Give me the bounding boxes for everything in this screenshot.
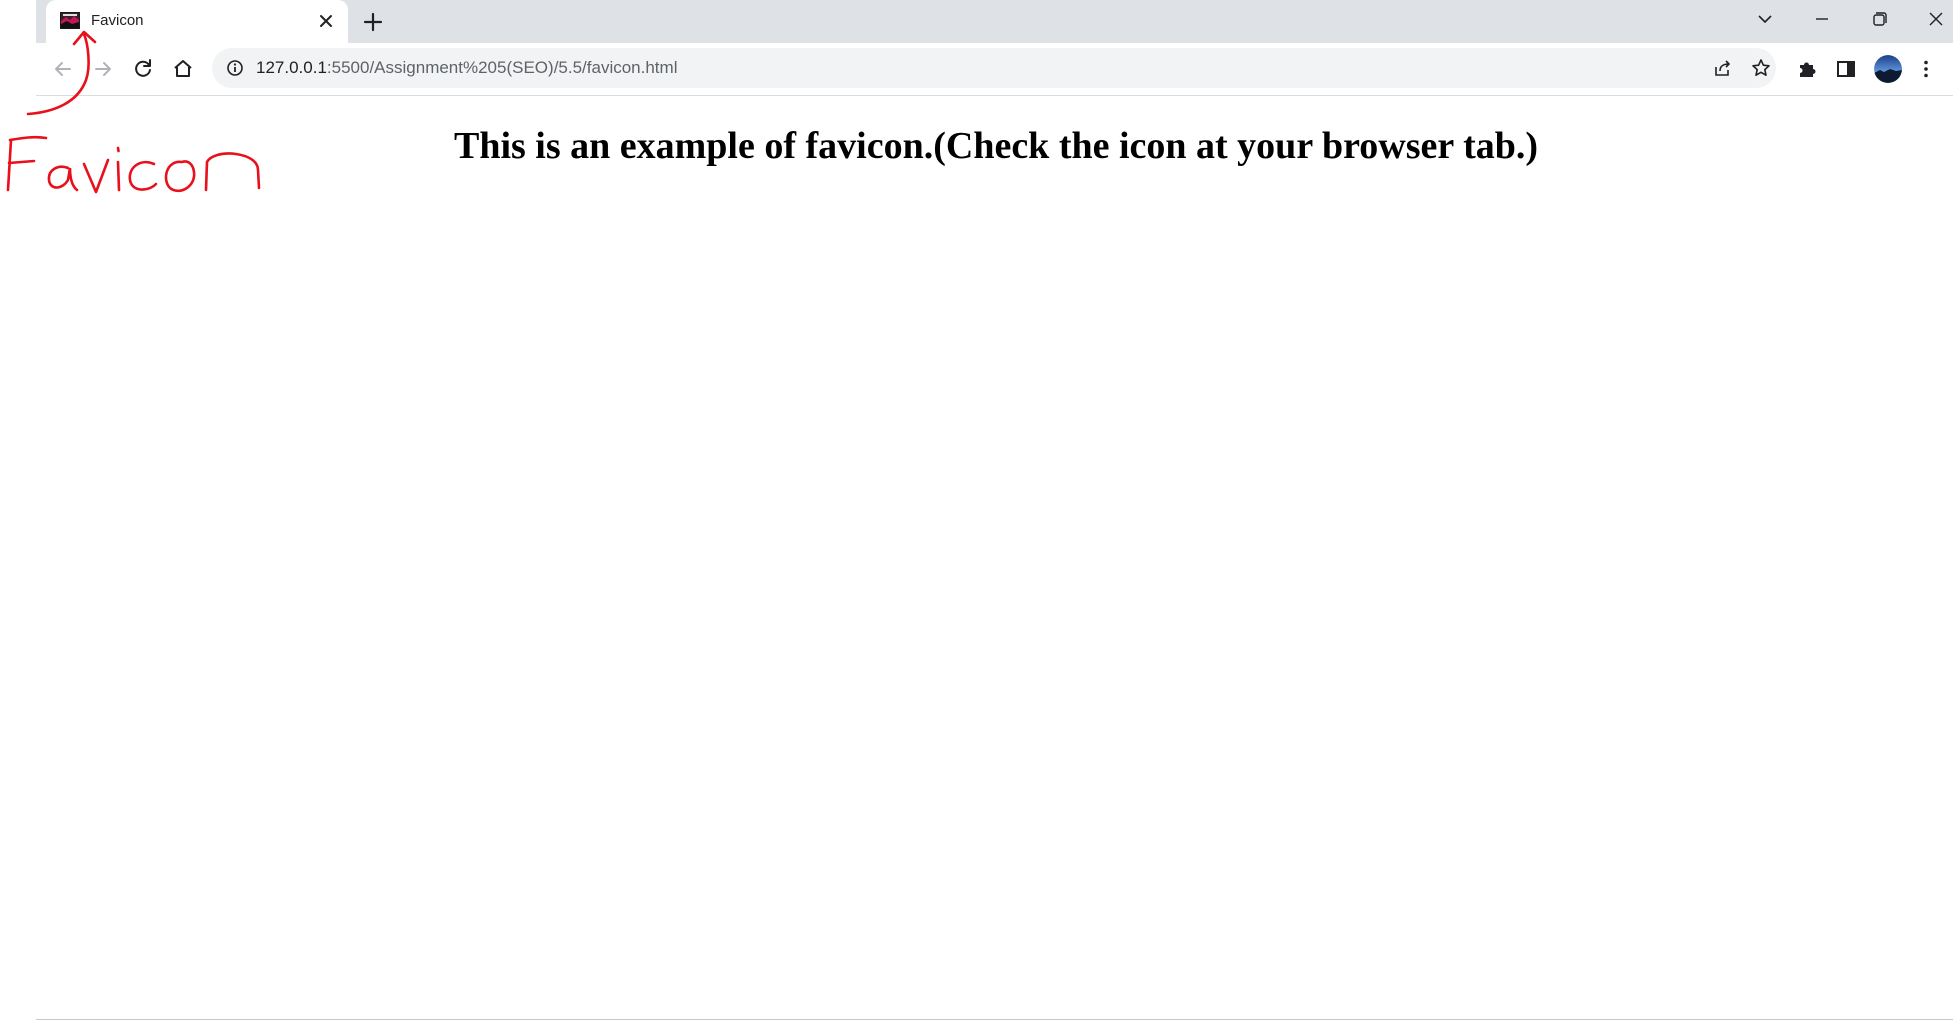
chevron-down-icon[interactable] (1752, 8, 1778, 30)
page-heading: This is an example of favicon.(Check the… (453, 125, 1539, 167)
arrow-right-icon[interactable] (90, 56, 116, 82)
tab-favicon-page[interactable]: Favicon (46, 0, 348, 43)
close-window-icon[interactable] (1923, 8, 1949, 30)
puzzle-icon[interactable] (1794, 56, 1820, 82)
plus-icon[interactable] (361, 10, 385, 34)
arrow-left-icon[interactable] (50, 56, 76, 82)
share-icon[interactable] (1712, 57, 1734, 79)
browser-window: Favicon 127.0.0.1:5500/Assignment%205(SE… (0, 0, 1953, 1021)
kebab-menu-icon[interactable] (1913, 56, 1939, 82)
bottom-divider (36, 1019, 1953, 1020)
star-icon[interactable] (1750, 57, 1772, 79)
close-icon[interactable] (316, 11, 336, 31)
minimize-icon[interactable] (1809, 8, 1835, 30)
address-bar[interactable]: 127.0.0.1:5500/Assignment%205(SEO)/5.5/f… (212, 48, 1776, 88)
home-icon[interactable] (170, 56, 196, 82)
restore-icon[interactable] (1866, 8, 1892, 30)
reload-icon[interactable] (130, 56, 156, 82)
side-panel-icon[interactable] (1833, 56, 1859, 82)
url-path: :5500/Assignment%205(SEO)/5.5/favicon.ht… (326, 58, 678, 77)
tab-strip: Favicon (36, 0, 1953, 43)
url-host: 127.0.0.1 (256, 58, 327, 77)
toolbar: 127.0.0.1:5500/Assignment%205(SEO)/5.5/f… (36, 43, 1953, 96)
tab-title: Favicon (91, 12, 144, 29)
avatar[interactable] (1874, 55, 1902, 83)
url-text[interactable]: 127.0.0.1:5500/Assignment%205(SEO)/5.5/f… (256, 58, 677, 78)
info-icon[interactable] (226, 59, 244, 77)
favicon-image-icon (60, 12, 80, 29)
page-content: This is an example of favicon.(Check the… (36, 96, 1953, 1020)
